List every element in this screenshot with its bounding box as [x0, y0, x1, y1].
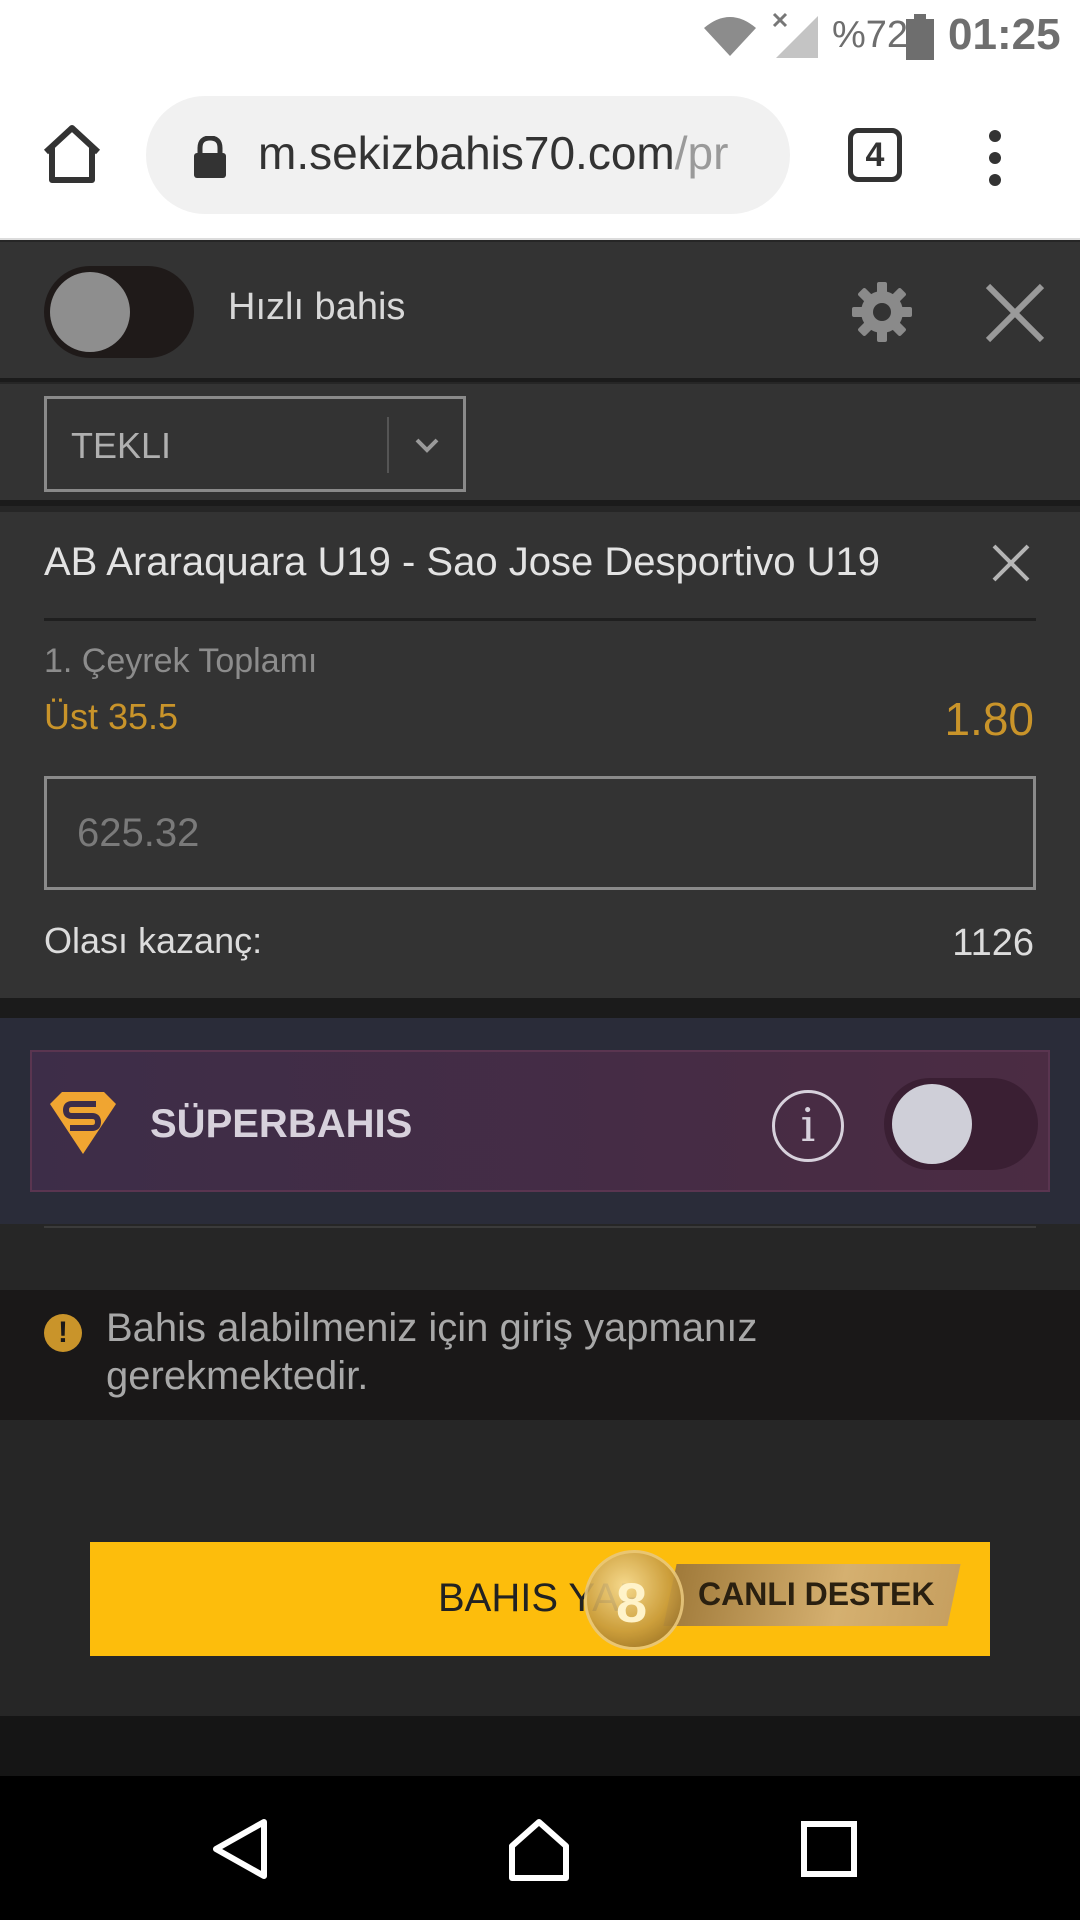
possible-win-label: Olası kazanç:: [44, 920, 263, 961]
section-gap: [0, 998, 1080, 1018]
market-name: 1. Çeyrek Toplamı: [44, 642, 318, 680]
toggle-knob: [892, 1084, 972, 1164]
close-icon[interactable]: [984, 282, 1046, 344]
bet-slip-item: AB Araraquara U19 - Sao Jose Desportivo …: [0, 512, 1080, 998]
tabs-button[interactable]: 4: [848, 128, 902, 182]
divider: [44, 1226, 1036, 1228]
warning-text: Bahis alabilmeniz için giriş yapmanız ge…: [106, 1306, 758, 1398]
bet-type-select[interactable]: TEKLI: [44, 396, 466, 492]
recents-icon[interactable]: [796, 1816, 862, 1882]
more-vert-icon[interactable]: [980, 128, 1010, 188]
bet-type-value: TEKLI: [71, 425, 172, 466]
quick-bet-bar: Hızlı bahis: [0, 242, 1080, 382]
superbahis-logo-icon: [50, 1092, 116, 1154]
chevron-down-icon: [415, 438, 439, 453]
odds-value: 1.80: [944, 693, 1034, 745]
battery-percent: %72: [832, 14, 909, 56]
possible-win-value: 1126: [952, 922, 1034, 964]
stake-input[interactable]: 625.32: [44, 776, 1036, 890]
bet-type-bar: TEKLI: [0, 384, 1080, 506]
battery-icon: [906, 14, 934, 60]
wifi-icon: [704, 17, 756, 56]
system-nav-bar: [0, 1776, 1080, 1920]
url-domain: m.sekizbahis70.com: [258, 127, 675, 179]
back-icon[interactable]: [208, 1816, 274, 1882]
page-footer-strip: [0, 1716, 1080, 1776]
divider: [44, 618, 1036, 621]
clock: 01:25: [948, 10, 1061, 59]
home-icon[interactable]: [506, 1816, 572, 1882]
status-bar: %72 01:25: [0, 0, 1080, 78]
superbahis-panel: SÜPERBAHIS i: [30, 1050, 1050, 1192]
live-support-label: CANLI DESTEK: [698, 1576, 935, 1612]
select-divider: [387, 417, 389, 473]
quick-bet-label: Hızlı bahis: [228, 286, 406, 328]
quick-bet-toggle[interactable]: [44, 266, 194, 358]
gear-icon[interactable]: [852, 282, 912, 342]
superbahis-section: SÜPERBAHIS i: [0, 1018, 1080, 1224]
url-text: m.sekizbahis70.com/pr: [258, 126, 728, 180]
info-icon[interactable]: i: [772, 1090, 844, 1162]
support-coin-glyph: 8: [616, 1571, 648, 1634]
login-warning: ! Bahis alabilmeniz için giriş yapmanız …: [0, 1290, 1080, 1420]
lock-icon: [194, 136, 226, 178]
live-support-widget[interactable]: CANLI DESTEK 8: [576, 1548, 961, 1654]
browser-toolbar: m.sekizbahis70.com/pr 4: [0, 78, 1080, 240]
address-bar[interactable]: m.sekizbahis70.com/pr: [146, 96, 790, 214]
warning-icon: !: [44, 1314, 82, 1352]
home-icon[interactable]: [40, 122, 104, 186]
remove-selection-icon[interactable]: [990, 542, 1032, 584]
url-path: /pr: [674, 127, 729, 179]
selection-name: Üst 35.5: [44, 696, 179, 737]
toggle-knob: [50, 272, 130, 352]
no-signal-icon: [772, 12, 818, 58]
match-title: AB Araraquara U19 - Sao Jose Desportivo …: [44, 540, 880, 584]
superbahis-title: SÜPERBAHIS: [150, 1102, 413, 1146]
stake-placeholder: 625.32: [77, 811, 200, 855]
superbahis-toggle[interactable]: [884, 1078, 1038, 1170]
